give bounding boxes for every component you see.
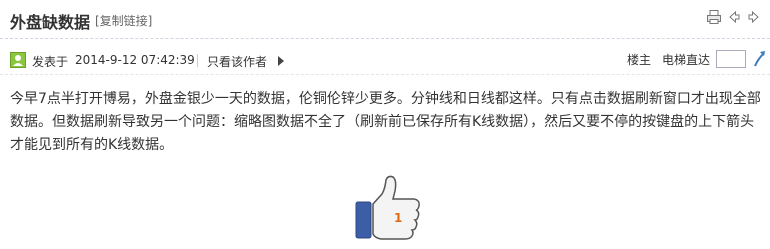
print-icon[interactable] <box>706 9 722 25</box>
like-count: 1 <box>394 211 403 225</box>
copy-link[interactable]: [复制链接] <box>95 12 152 29</box>
post-body: 今早7点半打开博易，外盘金银少一天的数据，伦铜伦锌少更多。分钟线和日线都这样。只… <box>10 91 761 153</box>
floor-label: 楼主 <box>627 53 652 67</box>
prev-icon[interactable] <box>726 9 742 25</box>
elevator-label: 电梯直达 <box>662 53 711 67</box>
go-icon[interactable] <box>750 49 768 69</box>
like-thumb-icon[interactable] <box>354 172 424 242</box>
only-author-link[interactable]: 只看该作者 <box>207 53 267 70</box>
user-icon <box>10 52 26 68</box>
header-icons <box>706 9 762 25</box>
next-icon[interactable] <box>746 9 762 25</box>
post-header: 外盘缺数据 [复制链接] <box>0 0 770 39</box>
thread-title: 外盘缺数据 <box>10 13 91 32</box>
post-timestamp: 2014-9-12 07:42:39 <box>75 53 195 67</box>
meta-separator <box>197 54 198 67</box>
post-meta: 发表于 2014-9-12 07:42:39 只看该作者 楼主 电梯直达 <box>0 48 770 75</box>
arrow-right-icon <box>278 56 284 66</box>
posted-label: 发表于 <box>32 55 69 69</box>
floor-jump-input[interactable] <box>716 50 746 68</box>
